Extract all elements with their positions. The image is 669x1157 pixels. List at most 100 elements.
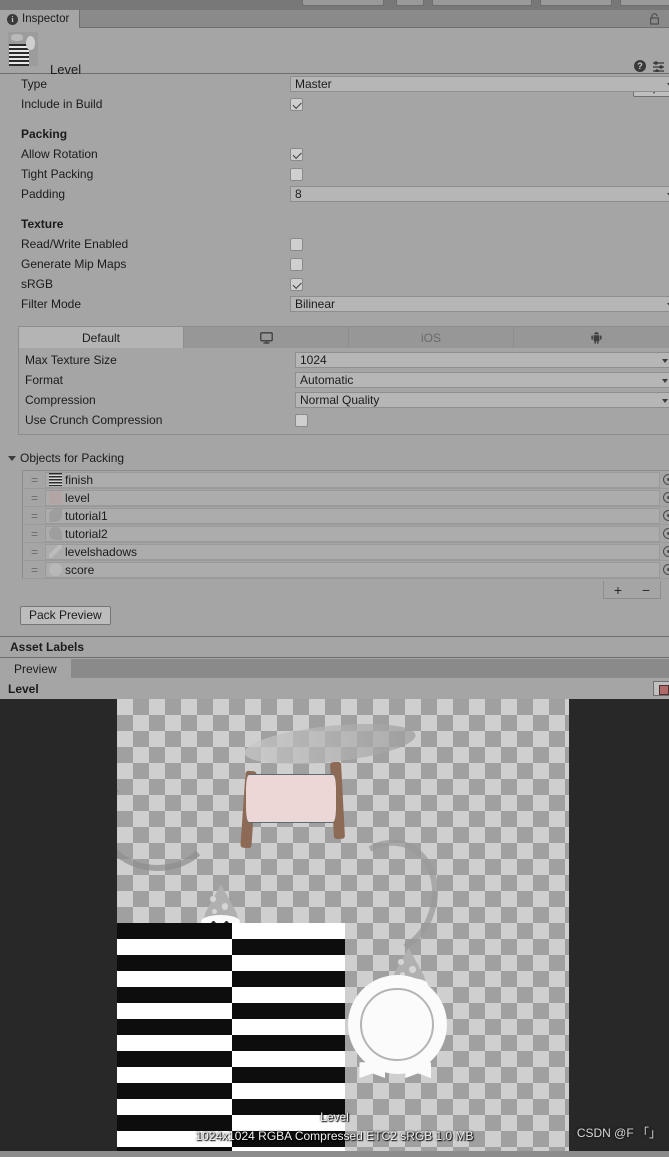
object-picker-icon[interactable] [663,474,669,485]
objects-for-packing-header[interactable]: Objects for Packing [0,449,669,467]
padding-dropdown[interactable]: 8 [290,186,669,202]
foldout-triangle-icon[interactable] [8,455,16,461]
list-item[interactable]: = score [23,561,669,579]
inspector-window: i Inspector Level ? Type Master Include … [0,0,669,1157]
toolbar-button[interactable] [432,0,532,6]
type-dropdown[interactable]: Master [290,76,669,92]
toolbar-button[interactable] [302,0,384,6]
remove-object-button[interactable]: − [642,582,650,598]
label-use-crunch-compression: Use Crunch Compression [25,413,163,427]
drag-handle-icon[interactable]: = [23,563,45,577]
compression-value: Normal Quality [300,393,380,407]
sprite-thumbnail-icon [49,545,62,558]
allow-rotation-checkbox[interactable] [290,147,303,161]
object-field[interactable]: levelshadows [45,543,660,560]
tab-preview-label: Preview [14,661,57,676]
read-write-enabled-checkbox[interactable] [290,237,303,251]
list-item[interactable]: = finish [23,471,669,489]
row-srgb: sRGB [0,274,669,294]
label-tight-packing: Tight Packing [21,167,94,181]
preview-area: Level 1024x1024 RGBA Compressed ETC2 sRG… [0,699,669,1151]
rosette-ring [360,987,435,1062]
lock-icon[interactable] [649,13,660,25]
thumb-character [26,36,35,50]
object-field[interactable]: score [45,561,660,578]
editor-toolbar-strip [0,0,669,10]
tab-preview[interactable]: Preview [0,659,71,678]
filter-mode-dropdown-value: Bilinear [295,297,336,311]
preview-title: Level [8,681,39,696]
tab-inspector[interactable]: i Inspector [0,10,81,28]
compression-dropdown[interactable]: Normal Quality [295,392,669,408]
object-field[interactable]: level [45,489,660,506]
section-texture: Texture [0,214,669,234]
object-field[interactable]: tutorial2 [45,525,660,542]
object-field[interactable]: finish [45,471,660,488]
format-dropdown[interactable]: Automatic [295,372,669,388]
add-object-button[interactable]: + [614,582,622,598]
type-dropdown-value: Master [295,77,332,91]
chevron-down-icon [662,399,668,403]
toolbar-button[interactable] [620,0,669,6]
drag-handle-icon[interactable]: = [23,491,45,505]
section-texture-title: Texture [21,217,64,231]
inspector-tabbar: i Inspector [0,10,669,28]
drag-handle-icon[interactable]: = [23,473,45,487]
info-icon: i [7,13,18,25]
preset-settings-icon[interactable] [652,60,665,73]
droplet-dot [397,959,404,966]
section-packing: Packing [0,124,669,144]
pack-preview-button[interactable]: Pack Preview [20,606,111,625]
sprite-atlas-preview[interactable] [117,699,569,1151]
toolbar-button[interactable] [396,0,424,6]
label-srgb: sRGB [21,277,54,291]
object-picker-icon[interactable] [663,492,669,503]
use-crunch-compression-checkbox[interactable] [295,413,308,427]
platform-tab-default[interactable]: Default [19,327,184,348]
droplet-dot [221,903,229,910]
object-picker-icon[interactable] [663,564,669,575]
platform-tab-android[interactable] [514,327,669,348]
max-texture-size-value: 1024 [300,353,327,367]
label-filter-mode: Filter Mode [21,297,82,311]
filter-mode-dropdown[interactable]: Bilinear [290,296,669,312]
max-texture-size-dropdown[interactable]: 1024 [295,352,669,368]
list-item[interactable]: = level [23,489,669,507]
object-picker-icon[interactable] [663,510,669,521]
generate-mip-maps-checkbox[interactable] [290,257,303,271]
platform-tabbar: Default iOS [19,327,669,348]
help-icon[interactable]: ? [634,60,646,72]
platform-tab-ios[interactable]: iOS [349,327,514,348]
banner-cloth [245,773,337,824]
platform-settings-box: Default iOS Max Texture Size 1024 Format… [18,326,669,435]
row-tight-packing: Tight Packing [0,164,669,184]
tight-packing-checkbox[interactable] [290,167,303,181]
header-icon-group: ? [634,60,665,73]
drag-handle-icon[interactable]: = [23,527,45,541]
drag-handle-icon[interactable]: = [23,509,45,523]
object-picker-icon[interactable] [663,528,669,539]
row-include-in-build: Include in Build [0,94,669,114]
asset-labels-section[interactable]: Asset Labels [0,636,669,658]
platform-tab-default-label: Default [81,330,121,345]
droplet-dot [409,966,416,973]
row-filter-mode: Filter Mode Bilinear [0,294,669,314]
srgb-checkbox[interactable] [290,277,303,291]
object-field[interactable]: tutorial1 [45,507,660,524]
label-max-texture-size: Max Texture Size [25,353,117,367]
row-generate-mip-maps: Generate Mip Maps [0,254,669,274]
object-name: level [65,490,90,505]
list-item[interactable]: = tutorial2 [23,525,669,543]
toolbar-button[interactable] [540,0,612,6]
list-item[interactable]: = tutorial1 [23,507,669,525]
include-in-build-checkbox[interactable] [290,97,303,111]
platform-settings-body: Max Texture Size 1024 Format Automatic C… [19,348,669,434]
list-item[interactable]: = levelshadows [23,543,669,561]
drag-handle-icon[interactable]: = [23,545,45,559]
object-picker-icon[interactable] [663,546,669,557]
platform-tab-standalone[interactable] [184,327,349,348]
objects-for-packing-title: Objects for Packing [20,451,125,465]
asset-header: Level ? Open [0,28,669,97]
preview-overlay-info: 1024x1024 RGBA Compressed ETC2 sRGB 1.0 … [195,1129,474,1143]
preview-color-channel-button[interactable] [653,681,669,696]
